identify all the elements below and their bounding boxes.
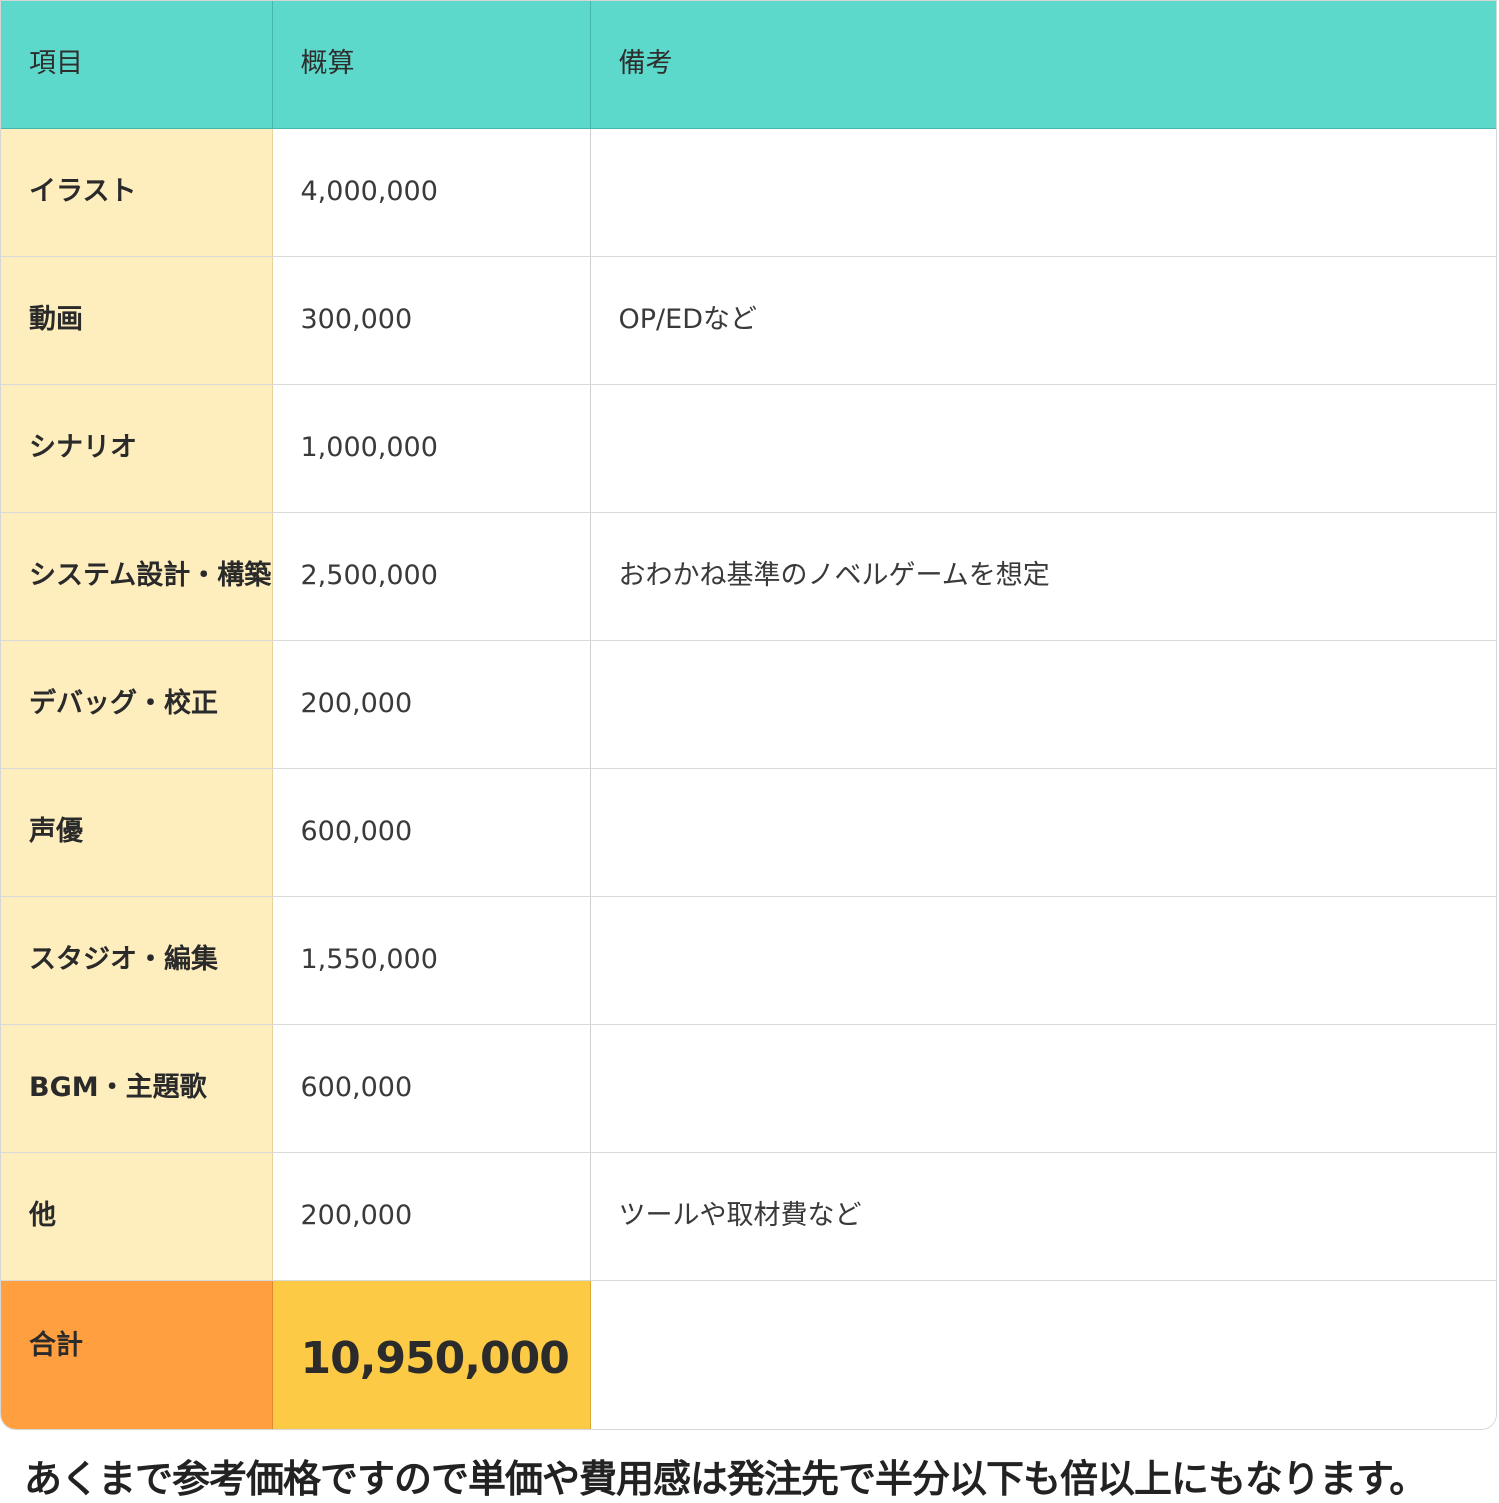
cost-estimate-table-wrapper: 項目 概算 備考 イラスト 4,000,000 動画 300,000 OP/ED… (0, 0, 1497, 1430)
row-amount: 4,000,000 (272, 128, 591, 257)
total-amount: 10,950,000 (272, 1280, 591, 1429)
table-row: システム設計・構築 2,500,000 おわかね基準のノベルゲームを想定 (1, 512, 1496, 641)
row-item: シナリオ (1, 384, 273, 513)
table-row: BGM・主題歌 600,000 (1, 1024, 1496, 1153)
total-row: 合計 10,950,000 (1, 1280, 1496, 1429)
table-body: イラスト 4,000,000 動画 300,000 OP/EDなど シナリオ 1… (1, 128, 1496, 1429)
table-row: 他 200,000 ツールや取材費など (1, 1152, 1496, 1281)
row-note: ツールや取材費など (590, 1152, 1496, 1281)
row-item: スタジオ・編集 (1, 896, 273, 1025)
row-note (590, 128, 1496, 257)
total-label: 合計 (1, 1280, 273, 1429)
table-row: 声優 600,000 (1, 768, 1496, 897)
row-item: 動画 (1, 256, 273, 385)
table-row: 動画 300,000 OP/EDなど (1, 256, 1496, 385)
row-item: イラスト (1, 128, 273, 257)
row-amount: 2,500,000 (272, 512, 591, 641)
row-note (590, 1024, 1496, 1153)
row-note: OP/EDなど (590, 256, 1496, 385)
header-row: 項目 概算 備考 (1, 1, 1496, 129)
table-row: スタジオ・編集 1,550,000 (1, 896, 1496, 1025)
row-amount: 1,550,000 (272, 896, 591, 1025)
table-row: イラスト 4,000,000 (1, 128, 1496, 257)
row-note (590, 768, 1496, 897)
header-amount: 概算 (272, 1, 591, 129)
row-item: BGM・主題歌 (1, 1024, 273, 1153)
row-note (590, 384, 1496, 513)
row-amount: 300,000 (272, 256, 591, 385)
row-item: デバッグ・校正 (1, 640, 273, 769)
row-amount: 600,000 (272, 768, 591, 897)
row-amount: 600,000 (272, 1024, 591, 1153)
table-row: シナリオ 1,000,000 (1, 384, 1496, 513)
row-amount: 200,000 (272, 1152, 591, 1281)
row-note: おわかね基準のノベルゲームを想定 (590, 512, 1496, 641)
row-note (590, 896, 1496, 1025)
total-note (590, 1280, 1496, 1429)
row-amount: 1,000,000 (272, 384, 591, 513)
row-item: 声優 (1, 768, 273, 897)
row-note (590, 640, 1496, 769)
header-item: 項目 (1, 1, 273, 129)
row-item: システム設計・構築 (1, 512, 273, 641)
footnote: あくまで参考価格ですので単価や費用感は発注先で半分以下も倍以上にもなります。 (24, 1457, 1427, 1501)
cost-estimate-table: 項目 概算 備考 イラスト 4,000,000 動画 300,000 OP/ED… (1, 1, 1496, 1429)
table-row: デバッグ・校正 200,000 (1, 640, 1496, 769)
row-amount: 200,000 (272, 640, 591, 769)
table-header: 項目 概算 備考 (1, 1, 1496, 129)
header-note: 備考 (590, 1, 1496, 129)
row-item: 他 (1, 1152, 273, 1281)
